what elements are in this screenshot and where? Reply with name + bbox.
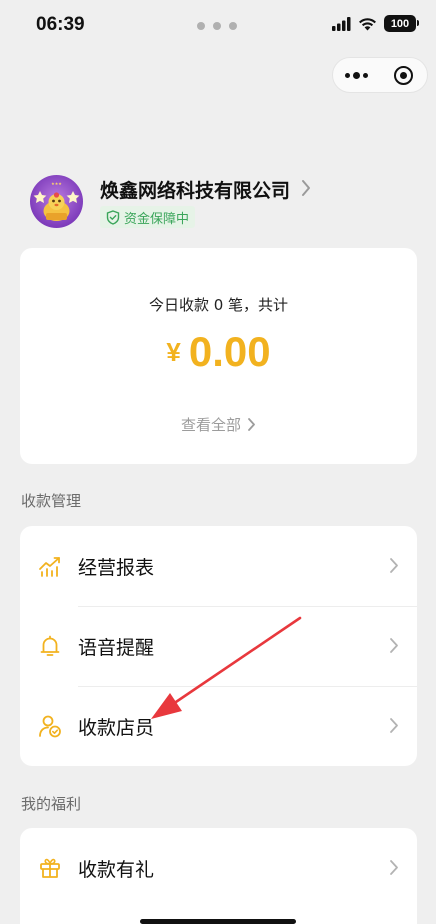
chevron-right-icon bbox=[390, 718, 398, 733]
today-count-text: 今日收款 0 笔，共计 bbox=[148, 296, 289, 314]
section-title-benefits: 我的福利 bbox=[21, 795, 82, 813]
chevron-right-icon bbox=[390, 860, 398, 875]
chevron-right-icon bbox=[248, 418, 255, 431]
today-summary-card: 今日收款 0 笔，共计 ¥0.00 查看全部 bbox=[20, 248, 417, 464]
menu-item-gift[interactable]: 收款有礼 bbox=[20, 828, 417, 908]
gift-icon bbox=[40, 858, 60, 878]
menu-item-report[interactable]: 经营报表 bbox=[20, 526, 417, 606]
today-amount: ¥0.00 bbox=[20, 328, 417, 376]
status-icons: 100 bbox=[332, 15, 419, 32]
management-menu: 经营报表 语音提醒 收款店员 bbox=[20, 526, 417, 766]
menu-label-staff: 收款店员 bbox=[78, 717, 155, 739]
miniprogram-capsule bbox=[332, 57, 428, 93]
menu-label-gift: 收款有礼 bbox=[78, 859, 155, 881]
signal-icon bbox=[332, 16, 351, 31]
menu-label-voice: 语音提醒 bbox=[78, 637, 155, 659]
battery-icon: 100 bbox=[384, 15, 419, 32]
fund-guarantee-label: 资金保障中 bbox=[124, 211, 190, 227]
chevron-right-icon bbox=[302, 180, 310, 196]
merchant-header[interactable]: ★★★ 焕鑫网络科技有限公司 资金保障中 bbox=[30, 175, 420, 235]
merchant-name: 焕鑫网络科技有限公司 bbox=[100, 180, 291, 202]
section-title-management: 收款管理 bbox=[21, 492, 82, 510]
status-time: 06:39 bbox=[36, 14, 85, 35]
menu-item-voice[interactable]: 语音提醒 bbox=[20, 606, 417, 686]
more-icon[interactable] bbox=[333, 58, 380, 92]
view-all-label: 查看全部 bbox=[180, 416, 241, 434]
chevron-right-icon bbox=[390, 638, 398, 653]
view-all-link[interactable]: 查看全部 bbox=[20, 414, 417, 435]
bell-icon bbox=[40, 635, 60, 656]
target-icon bbox=[394, 65, 413, 85]
status-bar: 06:39 100 bbox=[0, 0, 436, 52]
home-indicator bbox=[140, 919, 296, 924]
fund-guarantee-badge: 资金保障中 bbox=[100, 206, 196, 228]
currency-symbol: ¥ bbox=[166, 337, 181, 367]
wifi-icon bbox=[359, 17, 376, 30]
menu-item-staff[interactable]: 收款店员 bbox=[20, 686, 417, 766]
chevron-right-icon bbox=[390, 558, 398, 573]
chart-trend-icon bbox=[39, 557, 60, 577]
benefits-menu: 收款有礼 bbox=[20, 828, 417, 924]
menu-label-report: 经营报表 bbox=[78, 557, 155, 579]
staff-check-icon bbox=[39, 715, 61, 738]
shield-check-icon bbox=[106, 209, 120, 225]
close-miniprogram-button[interactable] bbox=[380, 58, 427, 92]
amount-value: 0.00 bbox=[188, 328, 271, 375]
merchant-avatar: ★★★ bbox=[30, 175, 83, 228]
svg-text:★★★: ★★★ bbox=[51, 181, 62, 186]
page-indicator bbox=[197, 22, 237, 30]
